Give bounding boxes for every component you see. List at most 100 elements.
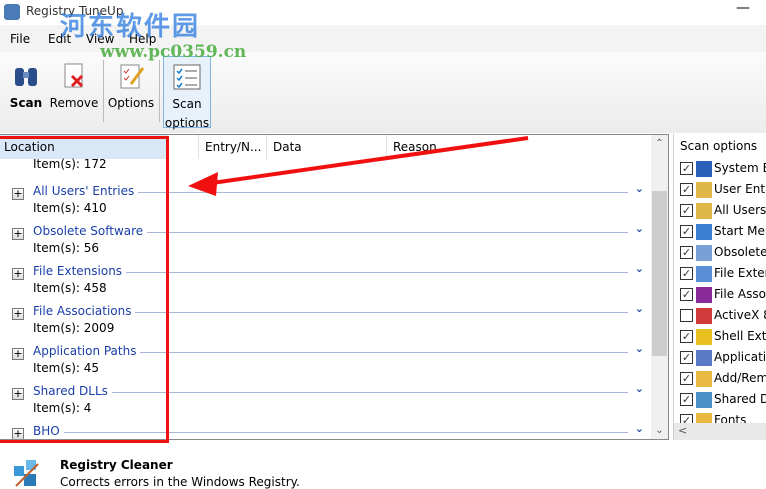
footer-title: Registry Cleaner <box>60 458 173 472</box>
result-group[interactable]: + Obsolete Software ⌄ Item(s): 56 <box>0 220 650 260</box>
toolbar: Scan Remove Options Scan options <box>0 52 766 133</box>
group-name[interactable]: Obsolete Software <box>33 224 148 238</box>
status-panel: Registry Cleaner Corrects errors in the … <box>0 446 766 489</box>
group-name[interactable]: File Extensions <box>33 264 127 278</box>
scan-option-label: Start Mer <box>714 224 766 238</box>
scan-option-icon <box>696 350 712 366</box>
group-count: Item(s): 172 <box>33 157 107 171</box>
scan-option-label: Shell Exte <box>714 329 766 343</box>
options-checklist-pencil-icon <box>120 64 145 89</box>
chevron-down-icon[interactable]: ⌄ <box>635 422 644 435</box>
horizontal-scrollbar[interactable]: < <box>674 423 766 440</box>
group-count: Item(s): 2009 <box>33 321 115 335</box>
group-name[interactable]: All Users' Entries <box>33 184 139 198</box>
chevron-down-icon[interactable]: ⌄ <box>635 182 644 195</box>
group-name[interactable]: Application Paths <box>33 344 141 358</box>
result-group[interactable]: + File Extensions ⌄ Item(s): 458 <box>0 260 650 300</box>
group-count: Item(s): 45 <box>33 361 100 375</box>
remove-document-icon <box>64 63 84 88</box>
scan-option-icon <box>696 308 712 324</box>
footer-description: Corrects errors in the Windows Registry. <box>60 475 300 489</box>
column-data[interactable]: Data <box>266 135 386 159</box>
result-group[interactable]: +BHO⌄Item(s): 2 <box>0 420 650 439</box>
scroll-thumb[interactable] <box>652 191 667 356</box>
checkbox[interactable]: ✓ <box>680 162 693 175</box>
checkbox[interactable]: ✓ <box>680 225 693 238</box>
checkbox[interactable]: ✓ <box>680 267 693 280</box>
options-button[interactable]: Options <box>106 56 156 128</box>
result-group[interactable]: + All Users' Entries ⌄ Item(s): 410 <box>0 180 650 220</box>
binoculars-icon <box>15 68 37 86</box>
app-icon <box>4 4 20 20</box>
column-location[interactable]: Location <box>0 135 168 159</box>
expand-icon[interactable]: + <box>12 348 24 360</box>
scan-option-icon <box>696 329 712 345</box>
menu-file[interactable]: File <box>10 32 30 46</box>
checkbox[interactable] <box>680 309 693 322</box>
result-group[interactable]: + Application Paths ⌄ Item(s): 45 <box>0 340 650 380</box>
group-name[interactable]: Shared DLLs <box>33 384 112 398</box>
checkbox[interactable]: ✓ <box>680 204 693 217</box>
chevron-down-icon[interactable]: ⌄ <box>635 222 644 235</box>
scan-options-title: Scan options <box>680 139 758 153</box>
checkbox[interactable]: ✓ <box>680 288 693 301</box>
scan-option-label: File Assoc <box>714 287 766 301</box>
options-label: Options <box>107 96 155 110</box>
minimize-button[interactable]: — <box>728 0 758 22</box>
scroll-down-icon[interactable]: ⌄ <box>651 425 668 436</box>
group-name[interactable]: BHO <box>33 424 64 438</box>
column-entry[interactable]: Entry/N... <box>198 135 266 159</box>
group-name[interactable]: File Associations <box>33 304 136 318</box>
watermark-url: www.pc0359.cn <box>100 42 247 62</box>
expand-icon[interactable]: + <box>12 268 24 280</box>
scan-options-button[interactable]: Scan options <box>163 56 211 130</box>
group-count: Item(s): 56 <box>33 241 100 255</box>
chevron-down-icon[interactable]: ⌄ <box>635 262 644 275</box>
chevron-down-icon[interactable]: ⌄ <box>635 382 644 395</box>
chevron-down-icon[interactable]: ⌄ <box>635 302 644 315</box>
scroll-up-icon[interactable]: ⌃ <box>651 138 668 149</box>
checkbox[interactable]: ✓ <box>680 183 693 196</box>
scan-option-label: Obsolete <box>714 245 766 259</box>
scan-option-icon <box>696 161 712 177</box>
scan-options-label-2: options <box>164 116 210 130</box>
expand-icon[interactable]: + <box>12 188 24 200</box>
scan-options-checklist-icon <box>173 64 201 90</box>
vertical-scrollbar[interactable]: ⌃ ⌄ <box>651 135 668 439</box>
scan-option-icon <box>696 182 712 198</box>
registry-cleaner-icon <box>14 460 39 487</box>
scan-button[interactable]: Scan <box>8 56 44 128</box>
checkbox[interactable]: ✓ <box>680 246 693 259</box>
scan-option-icon <box>696 245 712 261</box>
result-group[interactable]: + Shared DLLs ⌄ Item(s): 4 <box>0 380 650 420</box>
expand-icon[interactable]: + <box>12 228 24 240</box>
scan-option-label: ActiveX 8 <box>714 308 766 322</box>
chevron-down-icon[interactable]: ⌄ <box>635 342 644 355</box>
remove-button[interactable]: Remove <box>48 56 100 128</box>
scan-option-icon <box>696 287 712 303</box>
scan-option-label: System E <box>714 161 766 175</box>
column-header: Location Entry/N... Data Reason <box>0 135 652 159</box>
column-reason[interactable]: Reason <box>386 135 652 159</box>
scan-option-label: Applicatic <box>714 350 766 364</box>
scan-option-icon <box>696 371 712 387</box>
remove-label: Remove <box>49 96 99 110</box>
checkbox[interactable]: ✓ <box>680 372 693 385</box>
group-divider <box>33 432 628 433</box>
group-divider <box>33 392 628 393</box>
checkbox[interactable]: ✓ <box>680 393 693 406</box>
expand-icon[interactable]: + <box>12 428 24 439</box>
scan-option-label: User Entr <box>714 182 766 196</box>
expand-icon[interactable]: + <box>12 388 24 400</box>
scan-option-icon <box>696 266 712 282</box>
checkbox[interactable]: ✓ <box>680 351 693 364</box>
checkbox[interactable]: ✓ <box>680 330 693 343</box>
scan-option-label: File Exten <box>714 266 766 280</box>
scroll-left-icon[interactable]: < <box>678 424 687 437</box>
expand-icon[interactable]: + <box>12 308 24 320</box>
scan-label: Scan <box>9 96 43 110</box>
watermark-text: 河东软件园 <box>60 12 201 42</box>
scan-option-label: Shared D <box>714 392 766 406</box>
result-group[interactable]: + File Associations ⌄ Item(s): 2009 <box>0 300 650 340</box>
results-list[interactable]: Location Entry/N... Data Reason Item(s):… <box>0 134 669 440</box>
